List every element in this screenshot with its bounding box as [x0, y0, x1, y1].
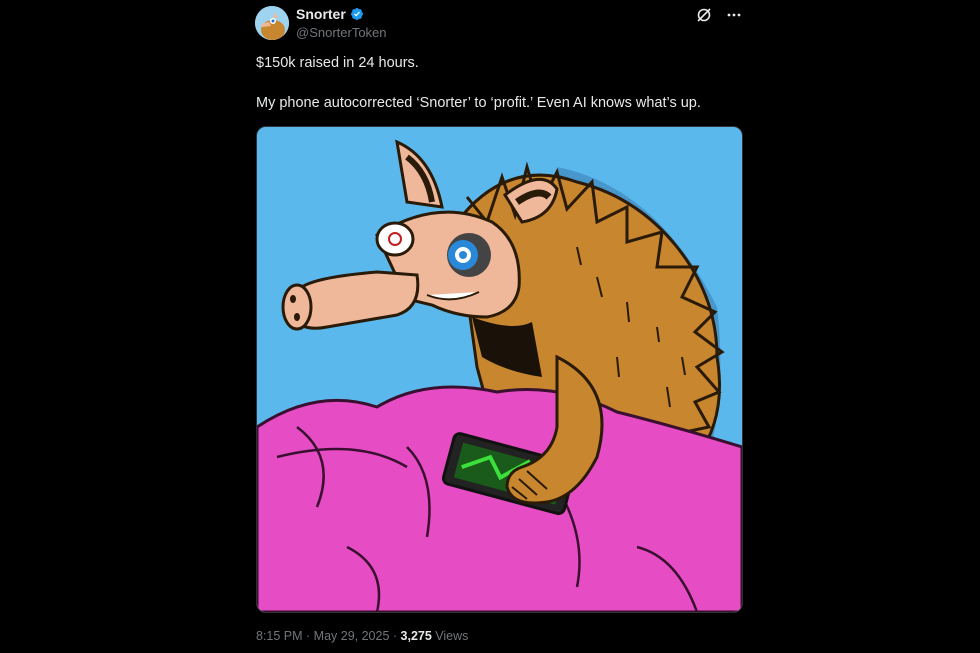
- screenshot-page: Snorter @SnorterToken $150k raised in 24…: [0, 0, 980, 653]
- tweet-text-line-2: My phone autocorrected ‘Snorter’ to ‘pro…: [256, 95, 701, 111]
- meta-separator-1: ·: [302, 629, 314, 643]
- meta-separator-2: ·: [389, 629, 401, 643]
- snorter-avatar-icon: [255, 6, 289, 40]
- snorter-aardvark-illustration-icon: [257, 127, 742, 612]
- views-label: Views: [431, 629, 469, 643]
- author-display-name[interactable]: Snorter: [296, 6, 346, 22]
- tweet-header-actions: [695, 6, 743, 24]
- right-margin: [749, 0, 980, 653]
- author-name-row[interactable]: Snorter: [296, 6, 364, 22]
- tweet-meta: 8:15 PM · May 29, 2025 · 3,275 Views: [256, 629, 468, 643]
- avatar[interactable]: [255, 6, 289, 40]
- grok-icon[interactable]: [695, 6, 713, 24]
- tweet-text-line-1: $150k raised in 24 hours.: [256, 55, 419, 71]
- more-icon[interactable]: [725, 6, 743, 24]
- verified-badge-icon: [350, 8, 363, 20]
- author-handle[interactable]: @SnorterToken: [296, 25, 387, 40]
- views-count[interactable]: 3,275: [401, 629, 432, 643]
- tweet-date[interactable]: May 29, 2025: [314, 629, 390, 643]
- left-margin: [0, 0, 249, 653]
- tweet-time[interactable]: 8:15 PM: [256, 629, 303, 643]
- tweet-media-image[interactable]: [256, 126, 743, 613]
- tweet-card: Snorter @SnorterToken $150k raised in 24…: [249, 0, 749, 653]
